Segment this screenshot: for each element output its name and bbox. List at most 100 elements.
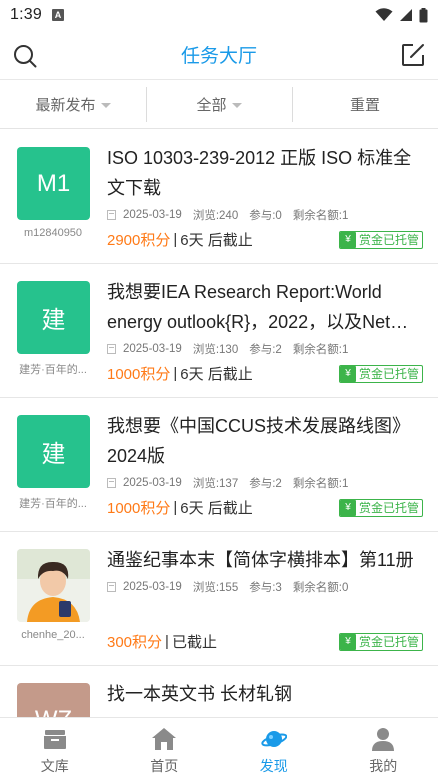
task-date: 2025-03-19: [123, 209, 182, 221]
tab-label: 发现: [259, 758, 288, 774]
task-date: 2025-03-19: [123, 581, 182, 593]
filter-reset-label: 重置: [349, 97, 380, 114]
avatar-text: 建: [41, 307, 66, 334]
escrow-badge-label: 赏金已托管: [358, 233, 419, 247]
yuan-shield-icon: ¥: [339, 633, 356, 650]
task-remaining: 剩余名额:0: [292, 582, 349, 594]
escrow-badge-label: 赏金已托管: [358, 635, 419, 649]
filter-sort-dropdown[interactable]: 最新发布: [0, 81, 146, 128]
separator: |: [165, 633, 169, 650]
task-item[interactable]: 建 建芳·百年的... 我想要《中国CCUS技术发展路线图》2024版 2025…: [0, 398, 438, 532]
task-meta: 2025-03-19 浏览:240 参与:0 剩余名额:1: [107, 207, 423, 223]
filter-bar: 最新发布 全部 重置: [0, 81, 438, 129]
task-meta: 2025-03-19 浏览:130 参与:2 剩余名额:1: [107, 341, 423, 357]
task-remaining: 剩余名额:1: [292, 210, 349, 222]
home-icon: [152, 728, 177, 750]
calendar-icon: [107, 582, 116, 592]
calendar-icon: [107, 210, 116, 220]
task-participants: 参与:0: [249, 210, 282, 222]
tab-label: 首页: [150, 758, 179, 774]
filter-reset-button[interactable]: 重置: [292, 81, 438, 128]
escrow-badge: ¥ 赏金已托管: [338, 632, 423, 651]
task-title[interactable]: 找一本英文书 长材轧钢: [107, 679, 423, 709]
avatar-username: m12840950: [23, 227, 83, 239]
escrow-badge: ¥ 赏金已托管: [338, 230, 423, 249]
task-title[interactable]: ISO 10303-239-2012 正版 ISO 标准全文下载: [107, 143, 423, 203]
task-title[interactable]: 通鉴纪事本末【简体字横排本】第11册: [107, 545, 423, 575]
filter-category-dropdown[interactable]: 全部: [146, 81, 292, 128]
status-bar: 1:39 A: [0, 0, 438, 30]
tab-label: 我的: [369, 758, 398, 774]
avatar[interactable]: M1: [17, 147, 90, 220]
separator: |: [173, 499, 178, 516]
avatar-text: 建: [41, 441, 66, 468]
separator: |: [173, 365, 178, 382]
library-icon: [43, 730, 66, 749]
task-deadline: 6天 后截止: [180, 366, 253, 383]
calendar-icon: [107, 344, 116, 354]
avatar-username: 建芳·百年的...: [19, 364, 87, 376]
task-title[interactable]: 我想要IEA Research Report:World energy outl…: [107, 277, 423, 337]
yuan-shield-icon: ¥: [339, 231, 356, 248]
calendar-icon: [107, 478, 116, 488]
escrow-badge: ¥ 赏金已托管: [338, 364, 423, 383]
filter-category-label: 全部: [196, 97, 227, 114]
task-views: 浏览:155: [192, 582, 239, 594]
task-remaining: 剩余名额:1: [292, 344, 349, 356]
status-time: 1:39: [10, 6, 42, 23]
tab-home[interactable]: 首页: [110, 718, 220, 780]
task-points: 300积分: [107, 634, 163, 651]
task-points: 1000积分: [107, 500, 171, 517]
yuan-shield-icon: ¥: [339, 499, 356, 516]
user-photo-image: [17, 549, 90, 622]
user-icon: [372, 728, 395, 751]
escrow-badge: ¥ 赏金已托管: [338, 498, 423, 517]
battery-icon: [419, 7, 428, 22]
page-title: 任务大厅: [180, 46, 257, 67]
task-views: 浏览:137: [192, 478, 239, 490]
task-item[interactable]: chenhe_20... 通鉴纪事本末【简体字横排本】第11册 2025-03-…: [0, 532, 438, 666]
wifi-icon: [375, 8, 393, 21]
app-header: 任务大厅: [0, 30, 438, 80]
escrow-badge-label: 赏金已托管: [358, 501, 419, 515]
task-item[interactable]: M1 m12840950 ISO 10303-239-2012 正版 ISO 标…: [0, 130, 438, 264]
tab-library[interactable]: 文库: [0, 718, 110, 780]
avatar-text: M1: [36, 169, 71, 197]
avatar[interactable]: 建: [17, 415, 90, 488]
task-deadline: 6天 后截止: [180, 500, 253, 517]
avatar-photo[interactable]: [17, 549, 90, 622]
caret-down-icon: [231, 102, 242, 108]
task-remaining: 剩余名额:1: [292, 478, 349, 490]
escrow-badge-label: 赏金已托管: [358, 367, 419, 381]
yuan-shield-icon: ¥: [339, 365, 356, 382]
notification-app-icon: A: [51, 9, 64, 21]
signal-icon: [400, 9, 412, 21]
tab-mine[interactable]: 我的: [329, 718, 438, 780]
task-meta: 2025-03-19 浏览:155 参与:3 剩余名额:0: [107, 579, 423, 595]
task-deadline: 已截止: [171, 634, 217, 651]
task-points: 1000积分: [107, 366, 171, 383]
task-item[interactable]: 建 建芳·百年的... 我想要IEA Research Report:World…: [0, 264, 438, 398]
task-views: 浏览:240: [192, 210, 239, 222]
avatar-username: chenhe_20...: [21, 629, 85, 641]
avatar[interactable]: 建: [17, 281, 90, 354]
avatar-username: 建芳·百年的...: [19, 498, 87, 510]
edit-icon[interactable]: [400, 42, 426, 68]
planet-icon: [261, 731, 287, 747]
task-meta: 2025-03-19 浏览:137 参与:2 剩余名额:1: [107, 475, 423, 491]
task-deadline: 6天 后截止: [180, 232, 253, 249]
separator: |: [173, 231, 178, 248]
task-points: 2900积分: [107, 232, 171, 249]
task-date: 2025-03-19: [123, 477, 182, 489]
tab-label: 文库: [40, 758, 69, 774]
task-participants: 参与:2: [249, 478, 282, 490]
task-list: M1 m12840950 ISO 10303-239-2012 正版 ISO 标…: [0, 130, 438, 780]
task-participants: 参与:3: [249, 582, 282, 594]
task-title[interactable]: 我想要《中国CCUS技术发展路线图》2024版: [107, 411, 423, 471]
bottom-tab-bar: 文库 首页 发现 我的: [0, 717, 438, 780]
tab-discover[interactable]: 发现: [219, 718, 329, 780]
task-participants: 参与:2: [249, 344, 282, 356]
filter-sort-label: 最新发布: [35, 97, 96, 114]
caret-down-icon: [100, 102, 111, 108]
search-icon[interactable]: [12, 43, 38, 69]
